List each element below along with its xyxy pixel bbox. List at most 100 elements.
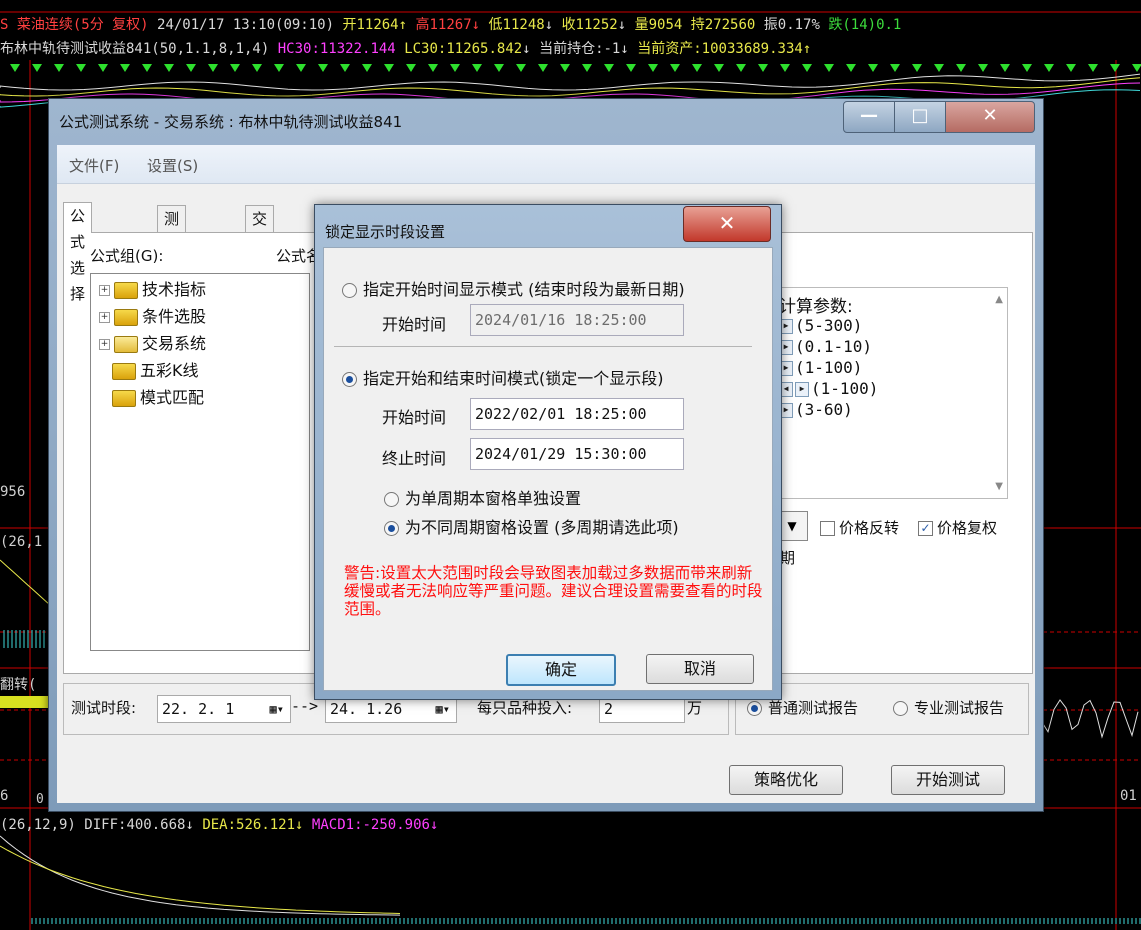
expand-icon[interactable]: + [99, 339, 110, 350]
scroll-up-icon[interactable]: ▲ [995, 294, 1003, 305]
close-button[interactable]: ✕ [945, 101, 1035, 133]
arrow-down-icon: ↓ [620, 41, 629, 57]
minimize-button[interactable]: — [843, 101, 895, 133]
formula-lc30: LC30:11265.842 [404, 41, 523, 57]
quote-high: 高11267 [415, 17, 472, 33]
radio-icon [893, 701, 908, 716]
param-row: ▶ (1-100) [779, 358, 862, 377]
quote-datetime: 24/01/17 13:10(09:10) [157, 17, 335, 33]
price-reverse-checkbox[interactable]: 价格反转 [820, 517, 899, 538]
param-row: ◀ ▶ (1-100) [779, 379, 878, 398]
sub-option1-radio[interactable]: 为单周期本窗格单独设置 [384, 485, 581, 509]
ok-button[interactable]: 确定 [506, 654, 616, 686]
mode2-radio[interactable]: 指定开始和结束时间模式(锁定一个显示段) [342, 365, 664, 389]
param-row: ▶ (0.1-10) [779, 337, 872, 356]
mode2-start-input[interactable]: 2022/02/01 18:25:00 [470, 398, 684, 430]
calendar-icon[interactable]: ▦▾ [270, 696, 284, 722]
sub-option2-radio[interactable]: 为不同周期窗格设置 (多周期请选此项) [384, 514, 679, 538]
quote-volume: 量9054 [634, 17, 683, 33]
macd-bar: (26,12,9) DIFF:400.668↓ DEA:526.121↓ MAC… [0, 814, 1141, 836]
warning-text: 警告:设置太大范围时段会导致图表加载过多数据而带来刷新缓慢或者无法响应等严重问题… [344, 564, 763, 618]
tree-item-tech-indicators[interactable]: + 技术指标 [99, 278, 206, 302]
arrow-down-icon: ↓ [185, 817, 194, 833]
invest-label: 每只品种投入: [477, 699, 573, 717]
mode1-start-input[interactable]: 2024/01/16 18:25:00 [470, 304, 684, 336]
dialog-close-button[interactable]: ✕ [683, 206, 771, 242]
dialog-title: 锁定显示时段设置 [325, 223, 446, 241]
minimize-icon: — [860, 105, 878, 126]
side-label-01: 01 [1120, 788, 1137, 804]
folder-icon [114, 282, 138, 299]
mode1-start-label: 开始时间 [382, 315, 447, 334]
menu-file[interactable]: 文件(F) [69, 155, 119, 176]
folder-icon [114, 309, 138, 326]
mode2-end-label: 终止时间 [382, 449, 447, 468]
expand-icon[interactable]: + [99, 312, 110, 323]
tree-item-color-kline[interactable]: 五彩K线 [99, 359, 199, 383]
formula-position: 当前持仓:-1 [539, 41, 621, 57]
quote-bar: S 菜油连续(5分 复权) 24/01/17 13:10(09:10) 开112… [0, 14, 1141, 36]
radio-selected-icon [747, 701, 762, 716]
tab-trade-fee[interactable]: 交易费用 [245, 205, 275, 306]
price-adjust-checkbox[interactable]: ✓ 价格复权 [918, 517, 997, 538]
close-icon: ✕ [718, 211, 736, 235]
quote-close: 收11252 [561, 17, 618, 33]
expand-icon[interactable]: + [99, 285, 110, 296]
radio-icon [342, 283, 357, 298]
arrow-down-icon: ↓ [295, 817, 304, 833]
mode2-end-input[interactable]: 2024/01/29 15:30:00 [470, 438, 684, 470]
param-list[interactable]: 计算参数: ▶ (5-300) ▶ (0.1-10) ▶ (1-100) ◀ ▶ (1-1… [776, 287, 1008, 499]
test-period-label: 测试时段: [71, 699, 137, 717]
lock-display-period-dialog: 锁定显示时段设置 ✕ 指定开始时间显示模式 (结束时段为最新日期) 开始时间 2… [314, 204, 782, 700]
formula-group-tree[interactable]: + 技术指标 + 条件选股 + 交易系统 五彩K线 模式匹配 [90, 273, 310, 651]
scroll-down-icon[interactable]: ▼ [995, 481, 1003, 492]
window-titlebar[interactable]: 公式测试系统 - 交易系统 : 布林中轨待测试收益841 — □ ✕ [49, 99, 1043, 145]
tree-item-trading-system[interactable]: + 交易系统 [99, 332, 206, 356]
radio-selected-icon [342, 372, 357, 387]
tab-formula-select[interactable]: 公式选择 [63, 202, 93, 303]
spin-icon[interactable]: ▶ [795, 382, 809, 397]
macd-params: (26,12,9) [0, 817, 76, 833]
maximize-button[interactable]: □ [894, 101, 946, 133]
dialog-client-area: 指定开始时间显示模式 (结束时段为最新日期) 开始时间 2024/01/16 1… [323, 247, 773, 691]
macd-diff: DIFF:400.668 [84, 817, 186, 833]
quote-low: 低11248 [488, 17, 545, 33]
param-row: ▶ (5-300) [779, 316, 862, 335]
arrow-down-icon: ↓ [522, 41, 531, 57]
mode1-radio[interactable]: 指定开始时间显示模式 (结束时段为最新日期) [342, 276, 685, 300]
arrow-up-icon: ↑ [398, 17, 408, 33]
start-test-button[interactable]: 开始测试 [891, 765, 1005, 795]
tree-item-pattern-match[interactable]: 模式匹配 [99, 386, 204, 410]
divider [334, 346, 752, 347]
formula-assets: 当前资产:10033689.334 [637, 41, 803, 57]
report-normal-radio[interactable]: 普通测试报告 [747, 697, 858, 718]
arrow-down-icon: ↓ [544, 17, 554, 33]
side-param: (26,1 [0, 534, 43, 550]
strategy-optimize-button[interactable]: 策略优化 [729, 765, 843, 795]
side-value-956: 956 [0, 484, 26, 500]
folder-icon [112, 390, 136, 407]
param-row: ▶ (3-60) [779, 400, 853, 419]
window-title: 公式测试系统 - 交易系统 : 布林中轨待测试收益841 [59, 113, 403, 131]
close-icon: ✕ [982, 105, 998, 126]
side-flip-label: 翻转( [0, 677, 37, 693]
params-title: 计算参数: [779, 297, 853, 317]
test-start-date[interactable]: 22. 2. 1 ▦▾ [157, 695, 291, 723]
radio-selected-icon [384, 521, 399, 536]
quote-hold: 持272560 [690, 17, 756, 33]
side-label-0: 0 [36, 792, 44, 807]
checkmark-icon: ✓ [918, 521, 933, 536]
folder-icon [112, 363, 136, 380]
formula-bar: 布林中轨待测试收益841(50,1.1,8,1,4) HC30:11322.14… [0, 38, 1141, 60]
cancel-button[interactable]: 取消 [646, 654, 754, 684]
menu-settings[interactable]: 设置(S) [147, 155, 198, 176]
tab-test-variety[interactable]: 测试品种 [157, 205, 187, 306]
maximize-icon: □ [911, 105, 929, 126]
tree-item-condition-select[interactable]: + 条件选股 [99, 305, 206, 329]
report-pro-radio[interactable]: 专业测试报告 [893, 697, 1004, 718]
formula-group-label: 公式组(G): [90, 247, 164, 265]
formula-hc30: HC30:11322.144 [277, 41, 396, 57]
checkbox-icon [820, 521, 835, 536]
formula-name: 布林中轨待测试收益841(50,1.1,8,1,4) [0, 41, 270, 57]
quote-amplitude: 振0.17% [763, 17, 820, 33]
